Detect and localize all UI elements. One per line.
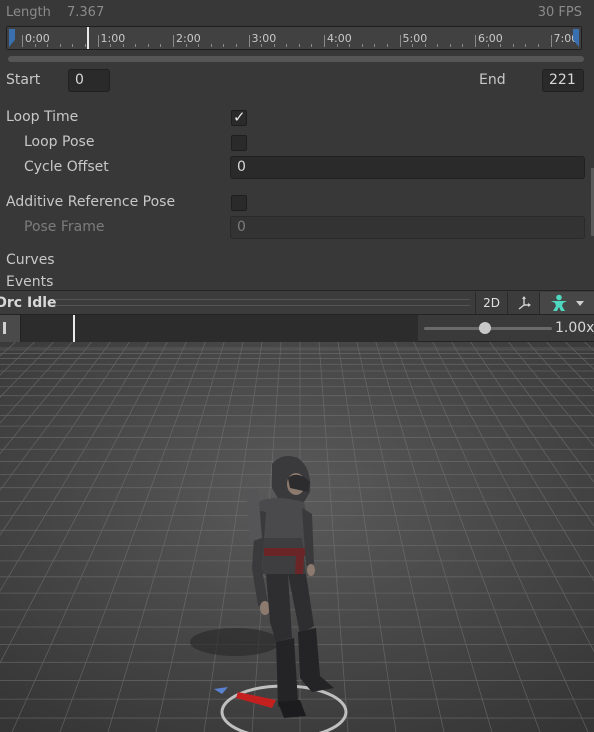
timeline-minor-tick — [72, 44, 74, 47]
timeline-major-tick — [22, 35, 23, 47]
timeline-minor-tick — [235, 44, 237, 47]
timeline-minor-tick — [349, 44, 351, 47]
loop-time-row: Loop Time ✓ — [0, 107, 594, 131]
preview-transport: 1.00x — [0, 315, 594, 342]
loop-pose-checkbox[interactable] — [231, 135, 247, 151]
timeline-major-tick — [173, 35, 174, 47]
preview-title: Orc Idle — [0, 295, 57, 311]
avatar-icon — [551, 294, 584, 311]
timeline-minor-tick — [147, 44, 149, 47]
timeline-minor-tick — [437, 44, 439, 47]
length-label: Length — [6, 5, 51, 20]
timeline-time-label: 3:00 — [251, 32, 277, 45]
events-foldout[interactable]: Events — [6, 274, 53, 290]
start-end-row: Start 0 End 221 — [0, 69, 594, 92]
checkmark-icon: ✓ — [233, 108, 246, 126]
timeline-minor-tick — [412, 44, 414, 47]
pose-frame-row: Pose Frame 0 — [0, 216, 594, 240]
timeline-minor-tick — [122, 44, 124, 47]
additive-reference-pose-checkbox[interactable] — [231, 195, 247, 211]
timeline-minor-tick — [298, 44, 300, 47]
timeline-playhead[interactable] — [87, 27, 89, 49]
play-icon — [3, 322, 6, 334]
timeline-time-label: 2:00 — [176, 32, 201, 45]
timeline-major-tick — [324, 35, 325, 47]
timeline-minor-tick — [47, 44, 49, 47]
timeline-major-tick — [550, 35, 552, 47]
curves-foldout[interactable]: Curves — [6, 252, 55, 268]
timeline-time-label: 5:00 — [402, 32, 428, 45]
cycle-offset-field[interactable]: 0 — [230, 156, 585, 179]
timeline-minor-tick — [185, 44, 187, 47]
timeline-minor-tick — [261, 44, 263, 47]
preview-playhead[interactable] — [73, 315, 75, 342]
pivot-button[interactable] — [507, 292, 539, 314]
timeline-major-tick — [97, 35, 99, 47]
timeline-minor-tick — [286, 44, 288, 47]
preview-header: Orc Idle 2D — [0, 290, 594, 315]
fps-label: 30 FPS — [537, 5, 582, 20]
timeline-minor-tick — [84, 44, 86, 47]
timeline-minor-tick — [512, 44, 514, 47]
cycle-offset-label: Cycle Offset — [24, 159, 109, 175]
preview-drag-handle[interactable] — [55, 299, 470, 306]
timeline-minor-tick — [160, 44, 162, 47]
loop-pose-row: Loop Pose — [0, 132, 594, 156]
loop-pose-label: Loop Pose — [24, 134, 95, 150]
timeline-major-tick — [399, 35, 401, 47]
preview-timeline[interactable] — [21, 315, 418, 342]
timeline-time-label: 4:00 — [327, 32, 352, 45]
timeline-time-label: 0:00 — [25, 32, 50, 45]
timeline-time-label: 6:00 — [478, 32, 503, 45]
additive-reference-pose-label: Additive Reference Pose — [6, 194, 176, 210]
pose-frame-label: Pose Frame — [24, 219, 105, 235]
timeline-minor-tick — [449, 44, 451, 47]
start-label: Start — [6, 72, 41, 88]
timeline-major-tick — [248, 35, 250, 47]
preview-scene — [0, 342, 594, 732]
timeline-scrollbar[interactable] — [8, 56, 584, 62]
pivot-icon — [518, 296, 531, 310]
timeline-minor-tick — [487, 44, 489, 47]
timeline-minor-tick — [59, 44, 61, 47]
timeline-minor-tick — [34, 44, 36, 47]
timeline-minor-tick — [424, 44, 426, 47]
timeline-minor-tick — [374, 44, 376, 47]
start-field[interactable]: 0 — [68, 69, 110, 92]
end-field[interactable]: 221 — [542, 69, 584, 92]
timeline-time-label: 1:00 — [100, 32, 126, 45]
timeline-minor-tick — [210, 44, 212, 47]
timeline-minor-tick — [135, 44, 137, 47]
timeline-minor-tick — [386, 44, 388, 47]
loop-time-label: Loop Time — [6, 109, 79, 125]
timeline-minor-tick — [198, 44, 200, 47]
timeline-minor-tick — [110, 44, 112, 47]
2d-button[interactable]: 2D — [475, 292, 507, 314]
timeline-minor-tick — [462, 44, 464, 47]
length-value: 7.367 — [67, 5, 105, 20]
pose-frame-field: 0 — [230, 216, 585, 239]
clip-timeline[interactable]: 0:00 1:00 2:00 3:00 4:00 5:00 6:00 7:00 — [6, 26, 582, 50]
play-button[interactable] — [0, 315, 21, 342]
additive-reference-pose-row: Additive Reference Pose — [0, 192, 594, 216]
speed-slider-thumb[interactable] — [479, 322, 491, 334]
animation-clip-inspector: Length 7.367 30 FPS 0:00 1:00 2:00 3:00 4:00… — [0, 0, 594, 290]
preview-viewport[interactable] — [0, 342, 594, 732]
timeline-minor-tick — [361, 44, 363, 47]
timeline-minor-tick — [336, 44, 338, 47]
timeline-minor-tick — [223, 44, 225, 47]
timeline-minor-tick — [500, 44, 502, 47]
timeline-minor-tick — [311, 44, 313, 47]
speed-value: 1.00x — [555, 320, 594, 336]
timeline-major-tick — [475, 35, 476, 47]
avatar-dropdown[interactable] — [539, 292, 594, 314]
timeline-minor-tick — [525, 44, 527, 47]
timeline-minor-tick — [537, 44, 539, 47]
character-shadow — [190, 628, 280, 656]
end-label: End — [479, 72, 506, 88]
loop-time-checkbox[interactable]: ✓ — [231, 108, 247, 126]
length-row: Length 7.367 30 FPS — [6, 5, 582, 23]
cycle-offset-row: Cycle Offset 0 — [0, 156, 594, 180]
timeline-minor-tick — [273, 44, 275, 47]
